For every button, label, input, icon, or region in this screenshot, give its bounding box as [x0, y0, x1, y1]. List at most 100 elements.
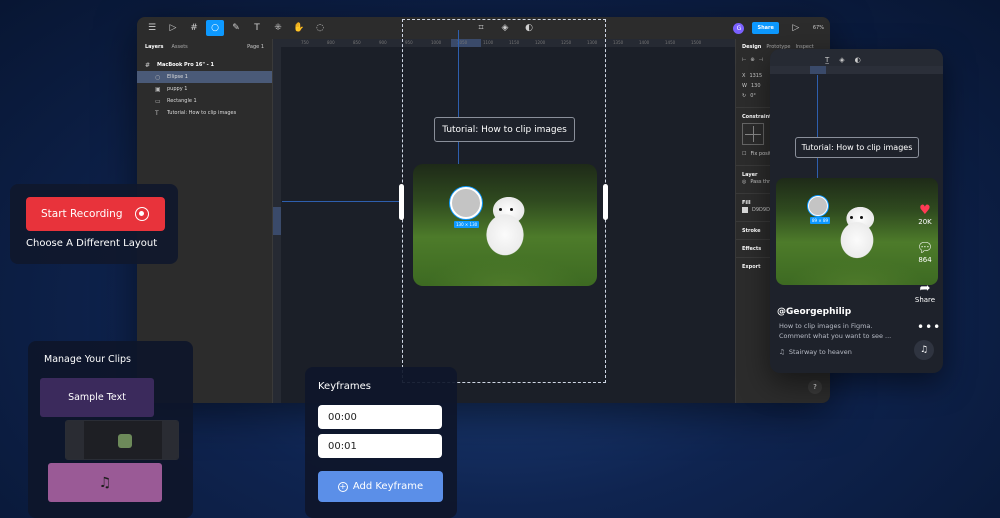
pen-tool-icon[interactable]: ✎ — [227, 20, 245, 36]
constraints-widget[interactable] — [742, 123, 764, 145]
frame-icon: # — [145, 61, 151, 69]
rotation-icon: ↻ — [742, 93, 747, 99]
share-button[interactable]: Share — [752, 22, 779, 34]
ellipse-icon: ○ — [155, 73, 161, 81]
choose-layout-link[interactable]: Choose A Different Layout — [26, 238, 157, 249]
layer-item[interactable]: ○ Ellipse 1 — [137, 71, 272, 83]
tab-design[interactable]: Design — [742, 44, 761, 50]
dimension-tag: 130 × 130 — [454, 221, 480, 228]
start-recording-button[interactable]: Start Recording — [26, 197, 165, 231]
video-thumbnail — [118, 434, 132, 448]
smart-guide-horizontal — [282, 201, 402, 202]
like-button[interactable]: ♥ 20K — [913, 203, 937, 227]
ellipse-tool-icon[interactable]: ○ — [206, 20, 224, 36]
puppy-eye — [860, 216, 863, 219]
contrast-icon[interactable]: ◐ — [855, 56, 861, 64]
keyframe-time-input[interactable] — [318, 434, 442, 458]
phone-dimension-tag: 89 × 89 — [810, 217, 831, 224]
canvas-puppy-image[interactable] — [413, 164, 597, 286]
move-tool-icon[interactable]: ▷ — [164, 20, 182, 36]
selected-ellipse[interactable] — [450, 187, 482, 219]
text-clip[interactable]: Sample Text — [40, 378, 154, 417]
ruler-tick: 1350 — [613, 40, 624, 45]
record-icon — [134, 207, 149, 221]
comment-tool-icon[interactable]: ◌ — [311, 20, 329, 36]
music-disc-button[interactable]: ♫ — [914, 340, 934, 360]
ruler-tick: 750 — [301, 40, 309, 45]
layer-label: MacBook Pro 16" - 1 — [157, 62, 214, 68]
plus-circle-icon: + — [337, 481, 348, 492]
page-selector[interactable]: Page 1 — [247, 44, 264, 50]
audio-clip[interactable]: ♫ — [48, 463, 162, 502]
comment-count: 864 — [918, 256, 932, 264]
ruler-left — [273, 47, 281, 403]
ruler-tick: 900 — [379, 40, 387, 45]
present-play-icon[interactable]: ▷ — [787, 20, 805, 36]
layer-label: puppy 1 — [167, 86, 188, 92]
puppy-eye — [510, 208, 513, 211]
keyframes-title: Keyframes — [318, 381, 371, 392]
keyframe-time-input[interactable] — [318, 405, 442, 429]
video-clip[interactable] — [65, 420, 179, 460]
text-tool-icon[interactable]: T̲ — [825, 56, 829, 64]
share-arrow-icon: ➦ — [919, 281, 931, 296]
components-icon[interactable]: ⁜ — [269, 20, 287, 36]
canvas-tutorial-textbox[interactable]: Tutorial: How to clip images — [434, 117, 575, 142]
phone-puppy-image[interactable] — [776, 178, 938, 285]
start-recording-label: Start Recording — [41, 208, 123, 220]
music-note-icon: ♫ — [98, 474, 112, 491]
layer-label: Ellipse 1 — [167, 74, 188, 80]
share-label: Share — [914, 296, 936, 304]
clips-title: Manage Your Clips — [44, 354, 131, 365]
phone-selected-ellipse[interactable] — [808, 196, 828, 216]
text-tool-icon[interactable]: T — [248, 20, 266, 36]
align-right-icon[interactable]: ⊣ — [759, 57, 763, 63]
layer-item[interactable]: ▣ puppy 1 — [137, 83, 272, 95]
add-keyframe-label: Add Keyframe — [352, 481, 424, 492]
more-options-icon[interactable]: ••• — [917, 320, 941, 334]
song-title: Stairway to heaven — [788, 348, 852, 356]
tab-layers[interactable]: Layers — [145, 44, 164, 50]
resize-handle-left[interactable] — [399, 184, 404, 220]
hand-tool-icon[interactable]: ✋ — [290, 20, 308, 36]
zoom-level[interactable]: 67% — [813, 25, 824, 31]
image-icon: ▣ — [155, 85, 161, 93]
ruler-tick: 1400 — [639, 40, 650, 45]
layer-item[interactable]: # MacBook Pro 16" - 1 — [137, 59, 272, 71]
layer-item[interactable]: T Tutorial: How to clip images — [137, 107, 272, 119]
fill-swatch[interactable] — [742, 207, 748, 213]
heart-icon: ♥ — [919, 203, 931, 218]
ruler-tick: 1500 — [691, 40, 702, 45]
share-action[interactable]: ➦ Share — [909, 281, 941, 305]
ruler-tick: 800 — [327, 40, 335, 45]
layer-item[interactable]: ▭ Rectangle 1 — [137, 95, 272, 107]
component-diamond-icon[interactable]: ◈ — [839, 56, 844, 64]
username[interactable]: @Georgephilip — [777, 307, 851, 317]
blend-icon: ◎ — [742, 179, 747, 185]
video-caption: How to clip images in Figma. Comment wha… — [779, 322, 892, 340]
layer-label: Rectangle 1 — [167, 98, 197, 104]
music-note-icon: ♫ — [779, 348, 785, 356]
comment-button[interactable]: 💬︎ 864 — [913, 242, 937, 265]
ruler-tick: 850 — [353, 40, 361, 45]
main-menu-icon[interactable]: ☰ — [143, 20, 161, 36]
song-info[interactable]: ♫ Stairway to heaven — [779, 348, 852, 356]
ruler-tick: 1450 — [665, 40, 676, 45]
rectangle-icon: ▭ — [155, 97, 161, 105]
layer-label: Tutorial: How to clip images — [167, 110, 237, 116]
tab-assets[interactable]: Assets — [172, 44, 188, 50]
text-icon: T — [155, 109, 159, 117]
checkbox-icon[interactable]: ☐ — [742, 151, 746, 157]
phone-guide-vertical — [817, 75, 818, 195]
puppy-eye — [850, 216, 853, 219]
like-count: 20K — [918, 218, 932, 226]
frame-tool-icon[interactable]: # — [185, 20, 203, 36]
align-center-icon[interactable]: ⊕ — [750, 57, 754, 63]
add-keyframe-button[interactable]: + Add Keyframe — [318, 471, 443, 502]
align-left-icon[interactable]: ⊢ — [742, 57, 746, 63]
phone-tutorial-textbox[interactable]: Tutorial: How to clip images — [795, 137, 919, 158]
help-button[interactable]: ? — [808, 380, 822, 394]
user-avatar[interactable]: G — [733, 22, 745, 34]
resize-handle-right[interactable] — [603, 184, 608, 220]
phone-ruler — [770, 66, 943, 74]
